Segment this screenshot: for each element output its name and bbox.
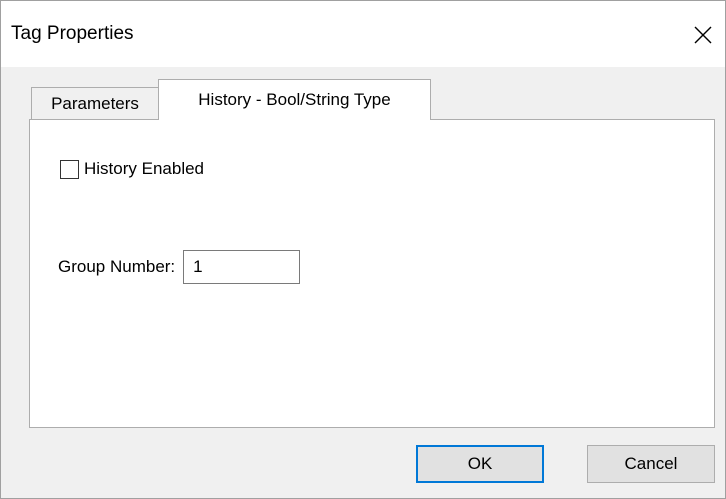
group-number-label: Group Number: — [58, 257, 176, 276]
cancel-button[interactable]: Cancel — [587, 445, 715, 483]
title-bar: Tag Properties — [1, 1, 725, 67]
tab-history-bool-string-type[interactable]: History - Bool/String Type — [158, 79, 431, 120]
history-enabled-checkbox[interactable] — [60, 159, 79, 179]
tab-panel: History Enabled Group Number: — [29, 119, 715, 428]
history-enabled-row[interactable]: History Enabled — [60, 159, 204, 179]
history-enabled-label[interactable]: History Enabled — [84, 159, 204, 179]
tab-parameters[interactable]: Parameters — [31, 87, 159, 119]
window-title: Tag Properties — [11, 23, 134, 44]
group-number-row: Group Number: — [58, 250, 301, 284]
tag-properties-dialog: Tag Properties Parameters History - Bool… — [0, 0, 726, 499]
close-icon — [693, 25, 713, 45]
ok-button[interactable]: OK — [416, 445, 544, 483]
close-button[interactable] — [681, 13, 725, 57]
group-number-input[interactable] — [183, 250, 301, 284]
